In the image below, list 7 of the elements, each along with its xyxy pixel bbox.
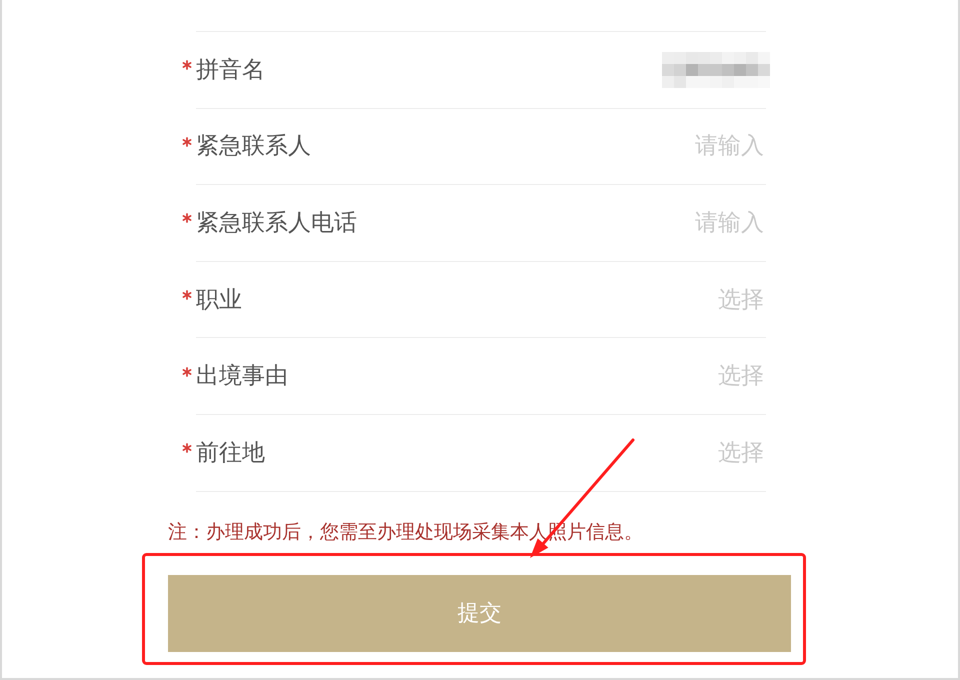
field-label: 前往地 [196,438,265,468]
field-label: 紧急联系人电话 [196,208,357,238]
field-label: 出境事由 [196,362,288,392]
field-label: 职业 [196,286,242,315]
field-label: 拼音名 [196,56,265,85]
field-label: 紧急联系人 [196,132,311,162]
submit-button[interactable]: 提交 [168,574,791,652]
